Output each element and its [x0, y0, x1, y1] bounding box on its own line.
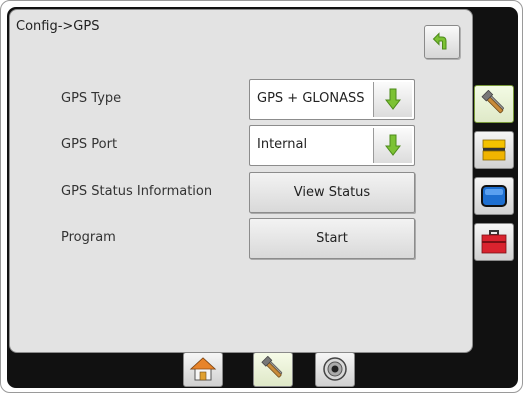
- tools-icon: [261, 356, 283, 378]
- bottom-tab-home[interactable]: [183, 352, 223, 387]
- down-arrow-icon: [385, 88, 401, 110]
- view-status-button[interactable]: View Status: [249, 172, 415, 213]
- gps-port-dropdown-button[interactable]: [373, 128, 412, 163]
- config-panel: Config->GPS GPS Type GPS + GLONASS GPS P…: [9, 9, 473, 353]
- side-tab-screen[interactable]: [474, 177, 514, 215]
- start-button[interactable]: Start: [249, 218, 415, 259]
- back-button[interactable]: [424, 25, 460, 59]
- side-tab-toolbox[interactable]: [474, 223, 514, 261]
- side-tab-implement[interactable]: [474, 131, 514, 169]
- gps-type-value: GPS + GLONASS: [257, 91, 365, 106]
- bottom-tab-guidance[interactable]: [315, 352, 355, 387]
- gps-port-value: Internal: [257, 137, 308, 152]
- toolbox-icon: [481, 230, 507, 254]
- program-label: Program: [61, 230, 116, 245]
- side-tab-tools[interactable]: [474, 85, 514, 123]
- gps-type-label: GPS Type: [61, 91, 122, 106]
- gps-type-select[interactable]: GPS + GLONASS: [249, 79, 415, 120]
- tools-icon: [481, 90, 504, 114]
- gps-port-label: GPS Port: [61, 137, 118, 152]
- device-frame: Config->GPS GPS Type GPS + GLONASS GPS P…: [0, 0, 523, 393]
- gps-status-label: GPS Status Information: [61, 184, 213, 199]
- guidance-icon: [323, 357, 347, 381]
- bottom-tab-tools[interactable]: [253, 352, 293, 387]
- implement-icon: [482, 139, 506, 161]
- screen-icon: [481, 185, 507, 207]
- gps-type-dropdown-button[interactable]: [373, 82, 412, 117]
- down-arrow-icon: [385, 134, 401, 156]
- page-title: Config->GPS: [16, 19, 100, 34]
- display-screen: Config->GPS GPS Type GPS + GLONASS GPS P…: [7, 7, 518, 388]
- gps-port-select[interactable]: Internal: [249, 125, 415, 166]
- home-icon: [189, 357, 217, 381]
- back-arrow-icon: [432, 32, 447, 50]
